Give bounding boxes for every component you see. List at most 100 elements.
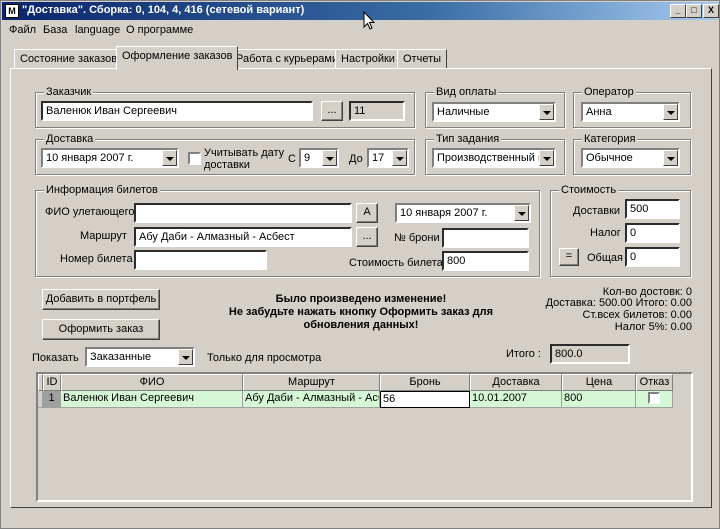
tax-field[interactable]: 0 bbox=[625, 223, 680, 243]
column-header-price[interactable]: Цена bbox=[562, 374, 636, 391]
chevron-down-icon[interactable] bbox=[663, 104, 678, 120]
tab-order-processing[interactable]: Оформление заказов bbox=[116, 46, 239, 70]
delivery-date-value: 10 января 2007 г. bbox=[46, 152, 134, 164]
customer-group-label: Заказчик bbox=[44, 86, 94, 98]
ticket-date-picker[interactable]: 10 января 2007 г. bbox=[395, 203, 531, 223]
route-label: Маршрут bbox=[80, 230, 127, 242]
row-name-cell[interactable]: Валенюк Иван Сергеевич bbox=[61, 391, 243, 408]
route-browse-button[interactable]: ... bbox=[356, 227, 378, 247]
ticket-number-field[interactable] bbox=[134, 250, 267, 270]
add-to-portfolio-button[interactable]: Добавить в портфель bbox=[42, 289, 160, 310]
menu-about[interactable]: О программе bbox=[126, 24, 193, 36]
column-header-name[interactable]: ФИО bbox=[61, 374, 243, 391]
row-route-cell[interactable]: Абу Даби - Алмазный - Асбест bbox=[243, 391, 380, 408]
delivery-cost-label: Доставки bbox=[573, 205, 621, 217]
from-hour-value: 9 bbox=[304, 152, 311, 164]
place-order-button[interactable]: Оформить заказ bbox=[42, 319, 160, 340]
booking-label: № брони bbox=[394, 232, 440, 244]
show-filter-select[interactable]: Заказанные bbox=[85, 347, 195, 367]
chevron-down-icon[interactable] bbox=[162, 150, 177, 166]
warning-line-2: Не забудьте нажать кнопку Оформить заказ… bbox=[228, 306, 494, 318]
from-label: С bbox=[288, 153, 296, 165]
delivery-group-label: Доставка bbox=[44, 133, 96, 145]
ticket-number-label: Номер билета bbox=[60, 253, 133, 265]
row-booking-cell[interactable]: 56 bbox=[380, 391, 470, 408]
to-label: До bbox=[349, 153, 363, 165]
chevron-down-icon[interactable] bbox=[392, 150, 407, 166]
from-hour-select[interactable]: 9 bbox=[299, 148, 339, 168]
delivery-date-picker[interactable]: 10 января 2007 г. bbox=[41, 148, 179, 168]
task-type-select[interactable]: Производственный вь bbox=[432, 148, 556, 168]
delivery-cost-field[interactable]: 500 bbox=[625, 199, 680, 219]
chevron-down-icon[interactable] bbox=[539, 104, 554, 120]
row-number-cell: 1 bbox=[43, 391, 61, 408]
chevron-down-icon[interactable] bbox=[322, 150, 337, 166]
row-delivery-cell[interactable]: 10.01.2007 bbox=[470, 391, 562, 408]
category-group-label: Категория bbox=[582, 133, 638, 145]
tab-couriers[interactable]: Работа с курьерами bbox=[230, 49, 345, 69]
show-label: Показать bbox=[32, 352, 79, 364]
maximize-button[interactable]: □ bbox=[686, 4, 702, 18]
ticket-cost-label: Стоимость билета bbox=[349, 257, 443, 269]
total-cost-label: Общая bbox=[587, 252, 623, 264]
column-header-id[interactable]: ID bbox=[43, 374, 61, 391]
warning-line-3: обновления данных! bbox=[303, 319, 419, 331]
chevron-down-icon[interactable] bbox=[539, 150, 554, 166]
chevron-down-icon[interactable] bbox=[663, 150, 678, 166]
payment-group-label: Вид оплаты bbox=[434, 86, 499, 98]
payment-select[interactable]: Наличные bbox=[432, 102, 556, 122]
tab-order-status[interactable]: Состояние заказов bbox=[14, 49, 124, 69]
row-refusal-cell[interactable] bbox=[636, 391, 673, 408]
column-header-booking[interactable]: Бронь bbox=[380, 374, 470, 391]
tax-label: Налог bbox=[590, 227, 621, 239]
chevron-down-icon[interactable] bbox=[514, 205, 529, 221]
row-price-cell[interactable]: 800 bbox=[562, 391, 636, 408]
menu-language[interactable]: language bbox=[75, 24, 120, 36]
consider-date-label: Учитывать дату доставки bbox=[204, 147, 285, 171]
main-window: M "Доставка". Сборка: 0, 104, 4, 416 (се… bbox=[0, 0, 720, 529]
column-header-route[interactable]: Маршрут bbox=[243, 374, 380, 391]
passenger-label: ФИО улетающего bbox=[45, 206, 135, 218]
calculate-button[interactable]: = bbox=[559, 248, 579, 266]
customer-id-field: 11 bbox=[349, 101, 405, 121]
chevron-down-icon[interactable] bbox=[178, 349, 193, 365]
app-icon[interactable]: M bbox=[5, 4, 19, 18]
passenger-field[interactable] bbox=[134, 203, 352, 223]
operator-select[interactable]: Анна bbox=[581, 102, 680, 122]
title-bar[interactable]: M "Доставка". Сборка: 0, 104, 4, 416 (се… bbox=[2, 2, 719, 20]
close-button[interactable]: X bbox=[703, 4, 719, 18]
category-value: Обычное bbox=[586, 152, 633, 164]
operator-select-value: Анна bbox=[586, 106, 612, 118]
summary-tickets-cost: Ст.всех билетов: 0.00 bbox=[582, 309, 692, 321]
orders-table[interactable]: ID ФИО Маршрут Бронь Доставка Цена Отказ… bbox=[36, 372, 693, 502]
customer-name-field[interactable]: Валенюк Иван Сергеевич bbox=[41, 101, 313, 121]
consider-date-checkbox[interactable] bbox=[188, 152, 201, 165]
grand-total-label: Итого : bbox=[506, 348, 541, 360]
total-cost-field[interactable]: 0 bbox=[625, 247, 680, 267]
task-type-value: Производственный вь bbox=[437, 152, 550, 164]
tab-reports[interactable]: Отчеты bbox=[397, 49, 448, 69]
warning-line-1: Было произведено изменение! bbox=[275, 293, 447, 305]
tab-settings[interactable]: Настройки bbox=[335, 49, 401, 69]
column-header-refusal[interactable]: Отказ bbox=[636, 374, 673, 391]
ticket-cost-field[interactable]: 800 bbox=[442, 251, 529, 271]
route-field[interactable]: Абу Даби - Алмазный - Асбест bbox=[134, 227, 352, 247]
show-filter-value: Заказанные bbox=[90, 351, 152, 363]
operator-group-label: Оператор bbox=[582, 86, 636, 98]
a-button[interactable]: A bbox=[356, 203, 378, 223]
category-select[interactable]: Обычное bbox=[581, 148, 680, 168]
refusal-checkbox[interactable] bbox=[648, 392, 660, 404]
to-hour-select[interactable]: 17 bbox=[367, 148, 409, 168]
cost-group-label: Стоимость bbox=[559, 184, 619, 196]
readonly-label: Только для просмотра bbox=[207, 352, 322, 364]
ticket-date-value: 10 января 2007 г. bbox=[400, 207, 488, 219]
customer-browse-button[interactable]: ... bbox=[321, 101, 343, 121]
minimize-button[interactable]: _ bbox=[670, 4, 686, 18]
booking-field[interactable] bbox=[442, 228, 529, 248]
grand-total-field: 800.0 bbox=[550, 344, 630, 364]
column-header-delivery[interactable]: Доставка bbox=[470, 374, 562, 391]
menu-file[interactable]: Файл bbox=[9, 24, 36, 36]
menu-bar: Файл База language О программе bbox=[2, 21, 718, 39]
menu-database[interactable]: База bbox=[43, 24, 67, 36]
summary-tax: Налог 5%: 0.00 bbox=[614, 321, 692, 333]
